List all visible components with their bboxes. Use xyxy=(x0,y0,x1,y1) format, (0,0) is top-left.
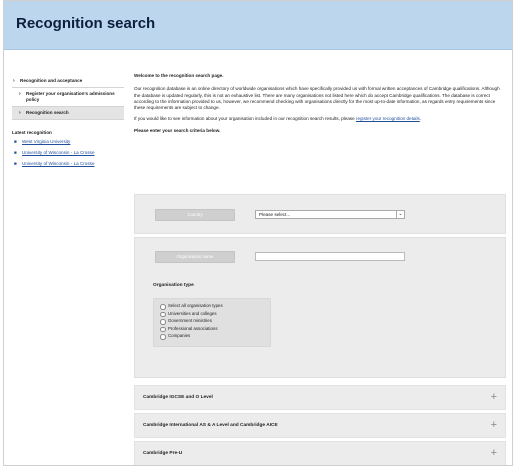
bullet-icon: ■ xyxy=(14,139,17,144)
accordion-pre-u[interactable]: Cambridge Pre-U + xyxy=(134,441,506,465)
accordion-igcse-o-level[interactable]: Cambridge IGCSE and O Level + xyxy=(134,385,506,410)
org-type-option-all[interactable]: Select all organisation types xyxy=(160,302,264,310)
radio-icon xyxy=(160,334,166,340)
latest-item: ■ University of Wisconsin - La Crosse xyxy=(12,150,124,156)
organisation-panel: Organisation name Organisation type Sele… xyxy=(134,237,506,378)
intro-text: Our recognition database is an online di… xyxy=(134,86,500,111)
register-details-link[interactable]: register your recognition details xyxy=(356,116,420,121)
organisation-type-options: Select all organisation types Universiti… xyxy=(153,298,271,347)
page-title: Recognition search xyxy=(16,15,156,32)
register-end: . xyxy=(419,116,422,122)
arrow-right-icon: › xyxy=(19,110,21,116)
sidebar: › Recognition and acceptance › Register … xyxy=(12,75,124,172)
accordion-label: Cambridge IGCSE and O Level xyxy=(143,395,213,400)
organisation-name-label: Organisation name xyxy=(155,251,235,263)
latest-link-west-virginia[interactable]: West Virginia University xyxy=(22,139,70,144)
country-panel: Country Please select... ⌄ xyxy=(134,194,506,234)
welcome-text: Welcome to the recognition search page. xyxy=(134,73,224,78)
chevron-down-icon: ⌄ xyxy=(396,211,404,218)
plus-icon: + xyxy=(490,391,497,403)
latest-item: ■ University of Wisconsin - La Crosse xyxy=(12,161,124,167)
latest-item: ■ West Virginia University xyxy=(12,139,124,145)
latest-recognition-heading: Latest recognition xyxy=(12,130,52,135)
criteria-prompt: Please enter your search criteria below. xyxy=(134,127,221,133)
sidebar-item-recognition-acceptance[interactable]: › Recognition and acceptance xyxy=(12,75,124,88)
option-label: Companies xyxy=(168,333,191,339)
org-type-option-universities[interactable]: Universities and colleges xyxy=(160,310,264,318)
sidebar-item-label: Register your organisation's admissions … xyxy=(26,91,115,102)
country-select[interactable]: Please select... ⌄ xyxy=(255,210,405,219)
org-type-option-companies[interactable]: Companies xyxy=(160,332,264,340)
sidebar-item-recognition-search[interactable]: › Recognition search xyxy=(12,107,124,120)
organisation-name-input[interactable] xyxy=(255,252,405,261)
sidebar-item-register-policy[interactable]: › Register your organisation's admission… xyxy=(12,88,124,107)
option-label: Select all organisation types xyxy=(168,303,223,308)
latest-link-wisconsin-1[interactable]: University of Wisconsin - La Crosse xyxy=(22,150,95,155)
register-prompt: If you would like to see information abo… xyxy=(134,116,355,122)
bullet-icon: ■ xyxy=(14,161,17,166)
arrow-right-icon: › xyxy=(19,91,21,97)
sidebar-item-label: Recognition search xyxy=(26,110,69,115)
option-label: Universities and colleges xyxy=(168,310,217,316)
plus-icon: + xyxy=(490,419,497,431)
option-label: Professional associations xyxy=(168,325,218,331)
country-select-value: Please select... xyxy=(259,212,291,217)
accordion-label: Cambridge International AS & A Level and… xyxy=(143,423,278,428)
page-header: Recognition search xyxy=(4,1,512,50)
accordion-as-a-level[interactable]: Cambridge International AS & A Level and… xyxy=(134,413,506,438)
option-label: Government ministries xyxy=(168,318,212,324)
sidebar-item-label: Recognition and acceptance xyxy=(20,78,83,83)
organisation-type-label: Organisation type xyxy=(153,283,194,288)
arrow-right-icon: › xyxy=(13,78,15,84)
page-frame: Recognition search › Recognition and acc… xyxy=(3,0,513,466)
main-content: Welcome to the recognition search page. … xyxy=(134,73,506,139)
org-type-option-professional[interactable]: Professional associations xyxy=(160,325,264,333)
accordion-label: Cambridge Pre-U xyxy=(143,451,183,456)
plus-icon: + xyxy=(490,447,497,459)
latest-link-wisconsin-2[interactable]: University of Wisconsin - La Crosse xyxy=(22,161,95,166)
register-paragraph: If you would like to see information abo… xyxy=(134,116,506,122)
org-type-option-government[interactable]: Government ministries xyxy=(160,317,264,325)
bullet-icon: ■ xyxy=(14,150,17,155)
country-label: Country xyxy=(155,209,235,221)
